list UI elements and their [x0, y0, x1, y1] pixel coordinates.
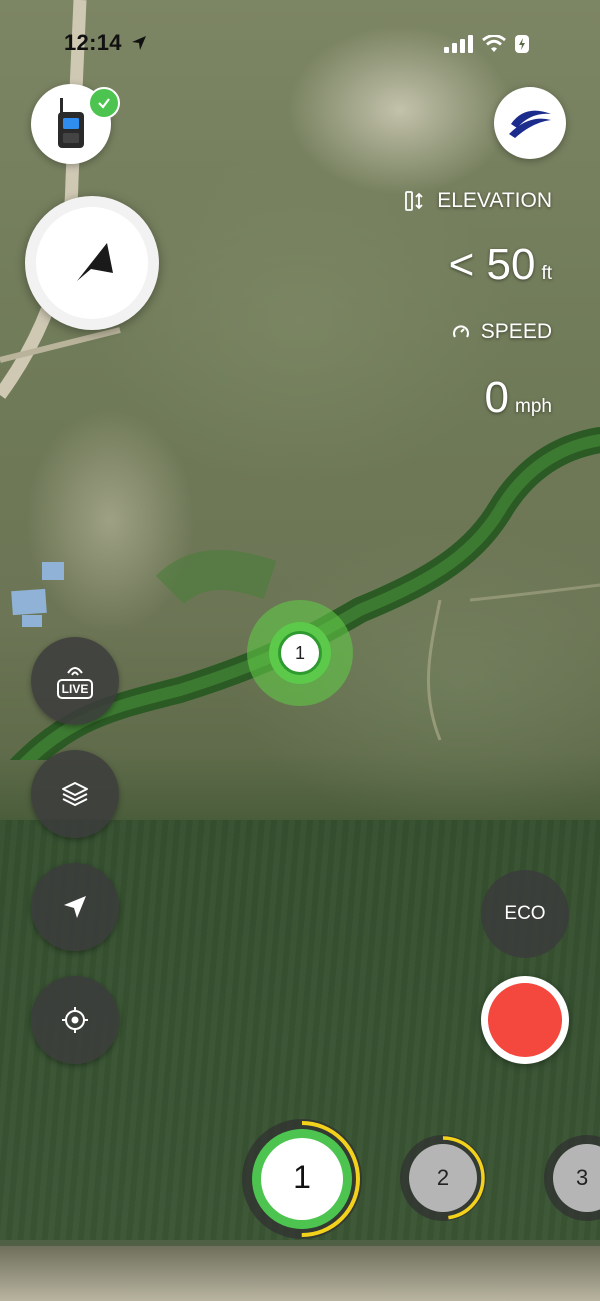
live-broadcast-icon: [67, 667, 83, 676]
map-building: [42, 562, 64, 580]
marker-core: 1: [278, 631, 322, 675]
status-icons: [444, 34, 530, 54]
record-indicator: [488, 983, 562, 1057]
brand-logo-button[interactable]: [494, 87, 566, 159]
eco-button[interactable]: ECO: [481, 870, 569, 958]
location-arrow-icon: [64, 896, 86, 918]
speed-value: 0 mph: [485, 373, 552, 423]
layers-icon: [62, 782, 88, 806]
channel-3-ring: [544, 1135, 600, 1221]
location-services-icon: [132, 36, 147, 50]
marker-ring: 1: [269, 622, 331, 684]
channel-2-button[interactable]: 2: [399, 1134, 487, 1222]
navigation-arrow-icon: [77, 243, 113, 281]
compass-button[interactable]: [25, 196, 159, 330]
live-button[interactable]: LIVE: [31, 637, 119, 725]
eco-label: ECO: [504, 903, 546, 924]
compass-inner-ring: [36, 207, 148, 319]
elevation-value: < 50 ft: [449, 240, 552, 290]
wifi-icon: [482, 35, 506, 52]
recenter-button[interactable]: [31, 976, 119, 1064]
map-building: [22, 615, 42, 627]
battery-icon: [515, 35, 529, 53]
marker-label: 1: [294, 642, 305, 663]
elevation-number: < 50: [448, 240, 536, 289]
channel-3-label: 3: [576, 1165, 589, 1190]
channel-2-label: 2: [436, 1165, 450, 1190]
elevation-unit: ft: [541, 263, 552, 284]
check-icon: [98, 98, 110, 109]
connected-check-badge: [88, 87, 120, 119]
status-time: 12:14: [64, 30, 148, 56]
elevation-label: ELEVATION: [405, 189, 552, 213]
elevation-icon: [405, 191, 423, 211]
crosshair-icon: [62, 1007, 88, 1033]
map-bottom-field: [0, 1246, 600, 1301]
map-building: [11, 588, 47, 616]
record-button[interactable]: [481, 976, 569, 1064]
map-location-marker[interactable]: 1: [247, 600, 353, 706]
channel-3-button[interactable]: 3: [543, 1134, 600, 1222]
brand-logo: [509, 110, 551, 138]
live-label: LIVE: [56, 679, 94, 699]
layers-button[interactable]: [31, 750, 119, 838]
speedometer-icon: [452, 325, 469, 338]
speed-label: SPEED: [451, 320, 552, 344]
channel-1-label: 1: [293, 1159, 311, 1195]
walkie-talkie-icon: [58, 98, 84, 148]
speed-unit: mph: [515, 396, 552, 417]
navigate-button[interactable]: [31, 863, 119, 951]
live-icon-group: LIVE: [56, 663, 94, 699]
cellular-signal-icon: [444, 35, 473, 53]
speed-number: 0: [484, 373, 510, 422]
channel-1-button[interactable]: 1: [240, 1117, 364, 1241]
